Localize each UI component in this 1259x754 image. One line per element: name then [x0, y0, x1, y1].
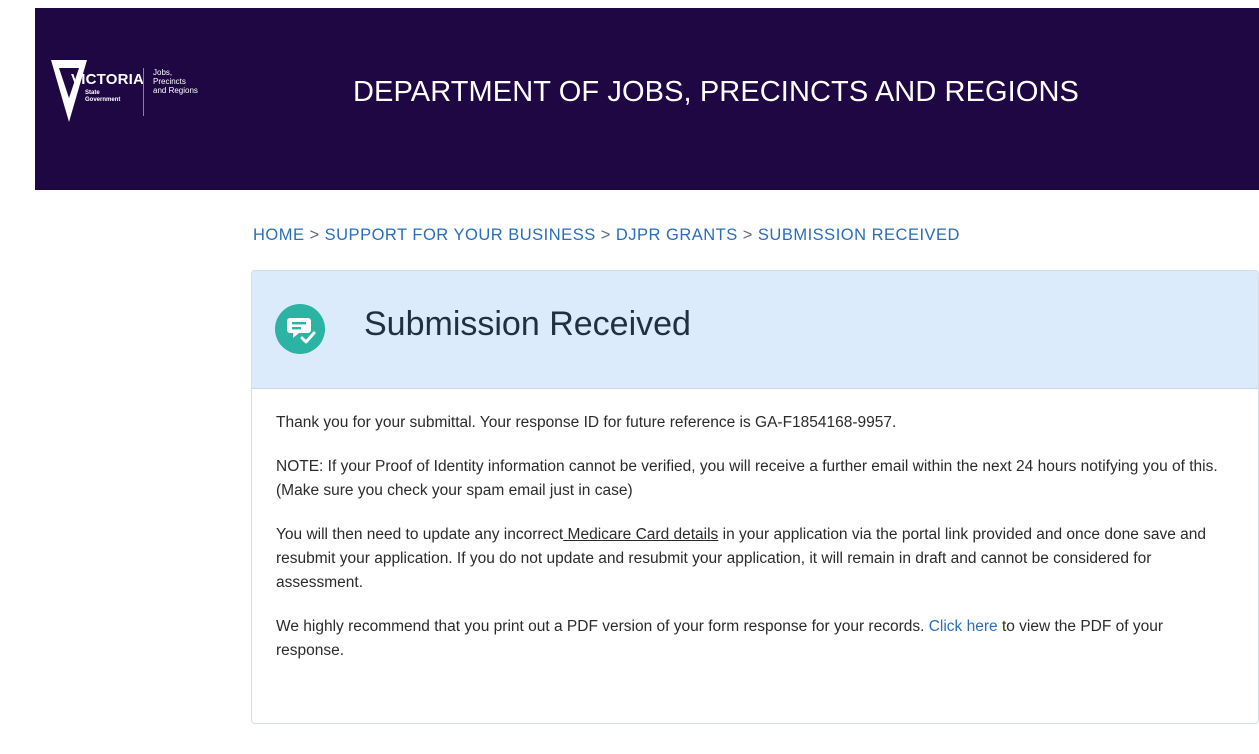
click-here-link[interactable]: Click here — [929, 618, 998, 635]
card-header: Submission Received — [252, 271, 1258, 389]
breadcrumb-support-for-your-business[interactable]: SUPPORT FOR YOUR BUSINESS — [325, 226, 596, 244]
breadcrumb: HOME > SUPPORT FOR YOUR BUSINESS > DJPR GRAN… — [253, 226, 960, 245]
breadcrumb-separator: > — [600, 226, 611, 244]
logo-word: VICTORIA — [71, 71, 144, 88]
breadcrumb-submission-received[interactable]: SUBMISSION RECEIVED — [758, 226, 960, 244]
proof-of-identity-note: NOTE: If your Proof of Identity informat… — [276, 458, 1218, 499]
card-body: Thank you for your submittal. Your respo… — [276, 411, 1226, 683]
logo-department: Jobs, Precincts and Regions — [153, 68, 198, 95]
header-title: DEPARTMENT OF JOBS, PRECINCTS AND REGION… — [353, 76, 1079, 108]
submission-check-icon — [275, 304, 325, 354]
response-id-text: Thank you for your submittal. Your respo… — [276, 414, 897, 431]
update-instructions-before: You will then need to update any incorre… — [276, 526, 564, 543]
breadcrumb-djpr-grants[interactable]: DJPR GRANTS — [616, 226, 738, 244]
update-instructions: You will then need to update any incorre… — [276, 523, 1226, 595]
logo-divider — [143, 68, 144, 116]
pdf-recommendation-before: We highly recommend that you print out a… — [276, 618, 929, 635]
page-top-strip — [0, 0, 1259, 8]
victoria-triangle-icon — [51, 60, 87, 122]
breadcrumb-home[interactable]: HOME — [253, 226, 305, 244]
breadcrumb-separator: > — [742, 226, 753, 244]
submission-card: Submission Received Thank you for your s… — [251, 270, 1259, 724]
logo-sub: State Government — [85, 90, 121, 103]
pdf-recommendation: We highly recommend that you print out a… — [276, 615, 1226, 663]
victoria-logo[interactable]: VICTORIA State Government Jobs, Precinct… — [49, 56, 259, 128]
medicare-card-details-link[interactable]: Medicare Card details — [563, 526, 719, 543]
breadcrumb-separator: > — [309, 226, 320, 244]
card-title: Submission Received — [364, 305, 691, 343]
site-header: VICTORIA State Government Jobs, Precinct… — [35, 8, 1259, 190]
